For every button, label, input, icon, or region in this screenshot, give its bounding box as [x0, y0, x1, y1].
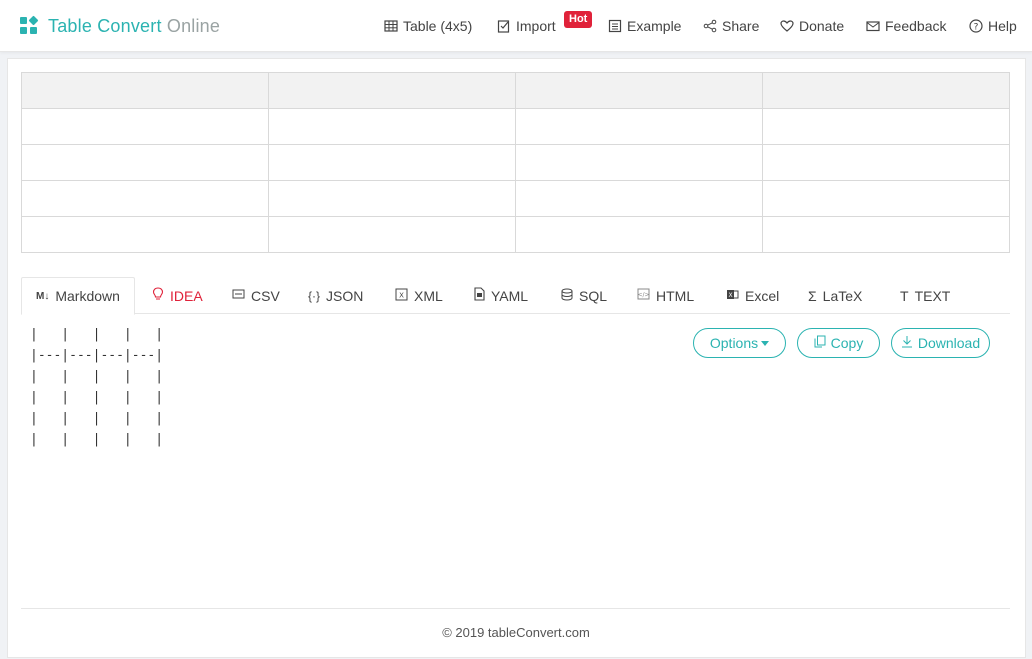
markdown-icon: M↓ [36, 290, 50, 302]
code-icon: </> [637, 288, 650, 303]
table-cell[interactable] [268, 144, 516, 181]
table-cell[interactable] [515, 144, 763, 181]
table-cell[interactable] [762, 144, 1010, 181]
example-icon [608, 19, 622, 33]
file-icon [473, 287, 485, 304]
table-cell[interactable] [268, 108, 516, 145]
hot-badge: Hot [564, 11, 593, 28]
nav-example[interactable]: Example [608, 16, 681, 36]
nav-feedback-label: Feedback [885, 18, 947, 34]
table-cell[interactable] [21, 180, 269, 217]
table-cell[interactable] [268, 216, 516, 253]
tab-idea[interactable]: IDEA [152, 277, 203, 314]
tab-csv[interactable]: CSV [232, 277, 280, 314]
heart-icon [780, 19, 794, 33]
table-cell[interactable] [762, 180, 1010, 217]
footer-copyright: © 2019 tableConvert.com [442, 625, 590, 640]
braces-icon: {·} [308, 288, 321, 303]
nav-example-label: Example [627, 18, 682, 34]
sigma-icon: Σ [808, 287, 817, 304]
copy-button[interactable]: Copy [797, 328, 880, 358]
nav-help-label: Help [988, 18, 1017, 34]
table-cell[interactable] [21, 216, 269, 253]
help-icon: ? [969, 19, 983, 33]
xml-icon: X [395, 288, 408, 304]
options-button[interactable]: Options [693, 328, 786, 358]
table-row [21, 216, 1010, 253]
footer-divider [21, 608, 1010, 609]
nav-import-label: Import [516, 18, 556, 34]
tab-excel[interactable]: X Excel [726, 277, 779, 314]
share-icon [703, 19, 717, 33]
mail-icon [866, 19, 880, 33]
svg-text:?: ? [974, 22, 979, 32]
import-icon [497, 19, 511, 33]
table-editor [21, 72, 1010, 253]
svg-text:X: X [399, 291, 404, 299]
tab-sql[interactable]: SQL [561, 277, 607, 314]
tab-text[interactable]: T TEXT [900, 277, 950, 314]
tab-html[interactable]: </> HTML [637, 277, 694, 314]
nav-donate[interactable]: Donate [780, 16, 844, 36]
table-header-row [21, 72, 1010, 109]
brand-suffix: Online [166, 15, 221, 36]
text-icon: T [900, 287, 909, 304]
table-row [21, 144, 1010, 181]
brand-name: Table Convert [48, 15, 162, 36]
header-cell[interactable] [21, 72, 269, 109]
tab-yaml[interactable]: YAML [473, 277, 528, 314]
download-icon [901, 335, 913, 351]
table-cell[interactable] [268, 180, 516, 217]
table-cell[interactable] [515, 180, 763, 217]
nav-donate-label: Donate [799, 18, 845, 34]
header-cell[interactable] [515, 72, 763, 109]
top-navbar: Table Convert Online Table (4x5) Import … [0, 0, 1032, 52]
logo-icon [20, 15, 39, 35]
nav-share[interactable]: Share [703, 16, 759, 36]
csv-icon [232, 288, 245, 303]
brand-logo[interactable]: Table Convert Online [20, 14, 220, 38]
header-cell[interactable] [268, 72, 516, 109]
table-cell[interactable] [21, 144, 269, 181]
table-cell[interactable] [762, 108, 1010, 145]
caret-down-icon [761, 340, 770, 346]
lightbulb-icon [152, 287, 164, 304]
tab-json[interactable]: {·} JSON [308, 277, 363, 314]
table-cell[interactable] [762, 216, 1010, 253]
nav-import[interactable]: Import [497, 16, 556, 36]
svg-text:X: X [728, 292, 732, 299]
table-icon [384, 19, 398, 33]
svg-text:</>: </> [637, 292, 649, 299]
nav-feedback[interactable]: Feedback [866, 16, 946, 36]
nav-help[interactable]: ? Help [969, 16, 1017, 36]
markdown-output[interactable]: | | | | | |---|---|---|---| | | | | | | … [30, 324, 163, 450]
format-tabs: M↓ Markdown IDEA CSV {·} JSON X XML YAML… [21, 277, 1010, 315]
copy-icon [814, 335, 826, 351]
nav-table-size[interactable]: Table (4x5) [384, 16, 472, 36]
table-row [21, 180, 1010, 217]
table-cell[interactable] [21, 108, 269, 145]
nav-table-label: Table (4x5) [403, 18, 473, 34]
tab-latex[interactable]: Σ LaTeX [808, 277, 862, 314]
tab-xml[interactable]: X XML [395, 277, 443, 314]
download-button[interactable]: Download [891, 328, 990, 358]
tab-markdown[interactable]: M↓ Markdown [21, 277, 135, 315]
excel-icon: X [726, 288, 739, 304]
table-row [21, 108, 1010, 145]
table-cell[interactable] [515, 216, 763, 253]
database-icon [561, 288, 573, 304]
header-cell[interactable] [762, 72, 1010, 109]
nav-share-label: Share [722, 18, 760, 34]
table-cell[interactable] [515, 108, 763, 145]
